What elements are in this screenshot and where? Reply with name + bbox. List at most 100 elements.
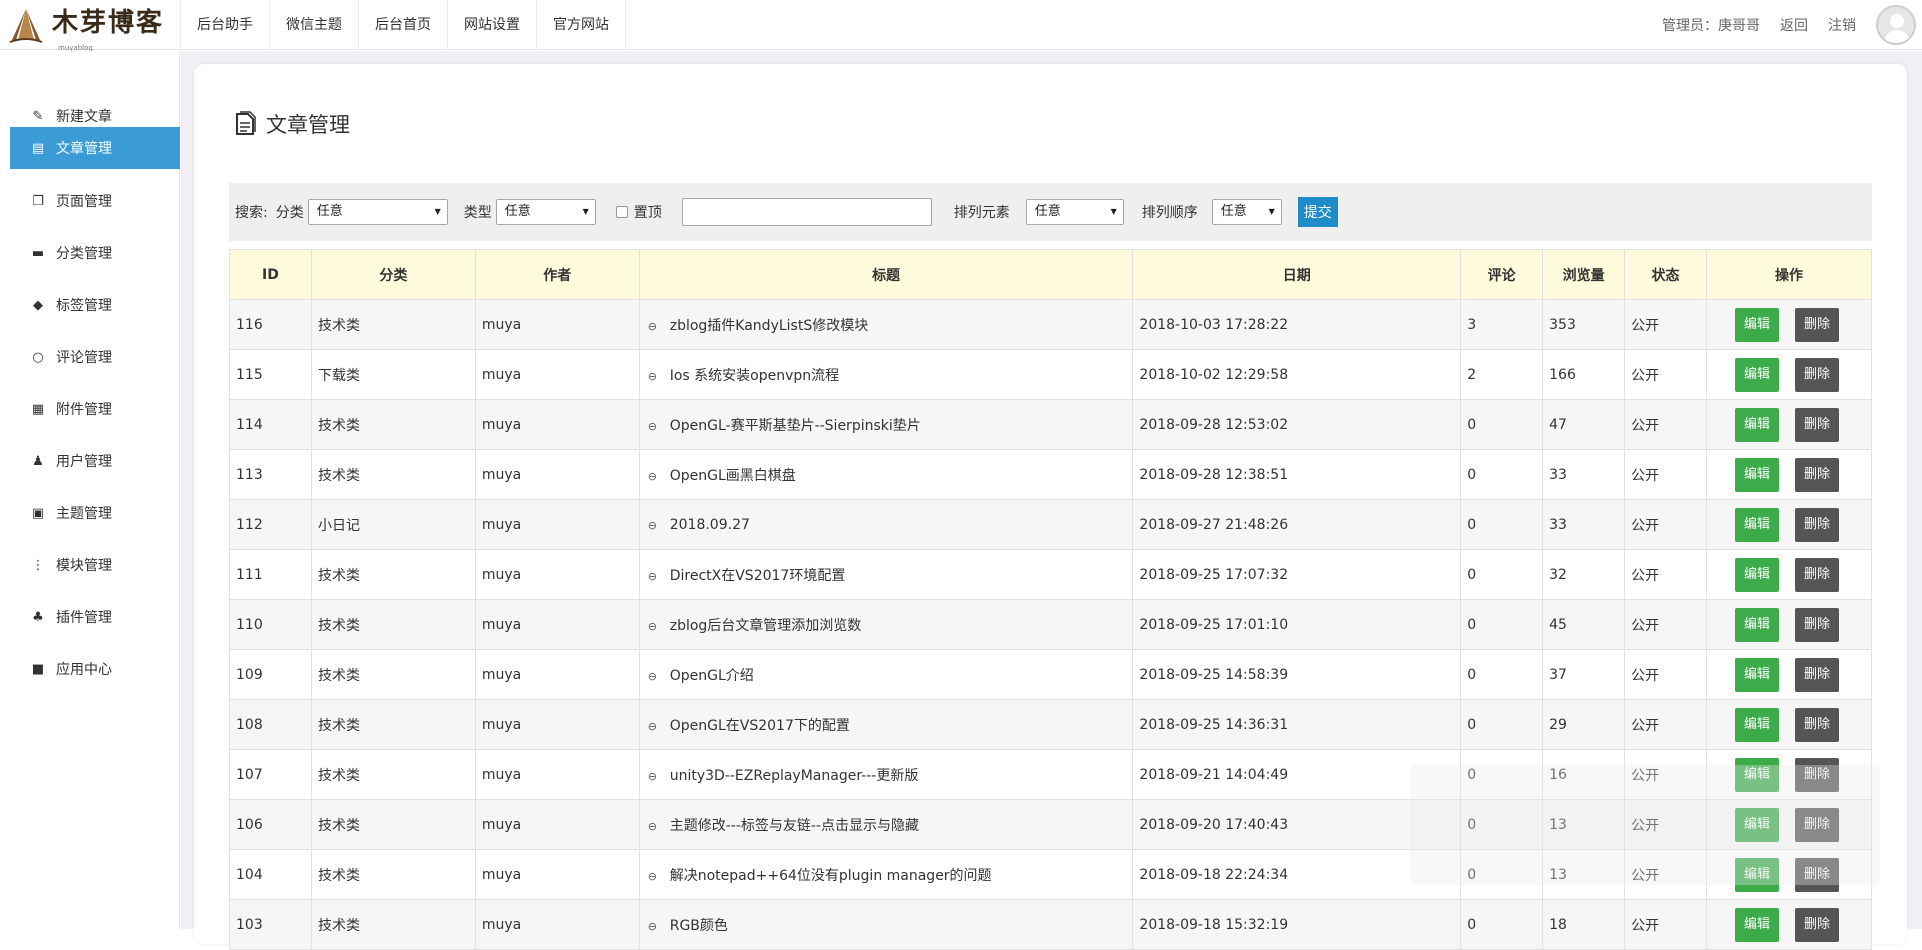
link-icon: ⊖: [647, 319, 657, 333]
topnav-item[interactable]: 官方网站: [537, 0, 626, 50]
edit-button[interactable]: 编辑: [1735, 357, 1780, 392]
sidebar-item-users[interactable]: ♟ 用户管理: [10, 440, 180, 482]
attachment-icon: ▦: [31, 401, 45, 417]
delete-button[interactable]: 删除: [1795, 757, 1840, 792]
delete-button[interactable]: 删除: [1795, 657, 1840, 692]
sidebar-item-attachments[interactable]: ▦ 附件管理: [10, 388, 180, 430]
col-header-date[interactable]: 日期: [1132, 249, 1462, 300]
article-title-link[interactable]: 2018.09.27: [670, 517, 750, 533]
delete-button[interactable]: 删除: [1795, 807, 1840, 842]
article-title-link[interactable]: OpenGL介绍: [670, 668, 754, 684]
avatar[interactable]: [1876, 5, 1916, 45]
article-title-link[interactable]: unity3D--EZReplayManager---更新版: [670, 768, 919, 784]
category-select[interactable]: 任意: [307, 199, 448, 225]
sidebar-item-label: 插件管理: [56, 610, 112, 626]
topnav-item[interactable]: 微信主题: [270, 0, 359, 50]
cell-author: muya: [474, 899, 640, 950]
sidebar-item-label: 应用中心: [56, 662, 112, 678]
sidebar-item-comments[interactable]: ○ 评论管理: [10, 336, 180, 378]
col-header-comments[interactable]: 评论: [1460, 249, 1544, 300]
link-icon: ⊖: [647, 919, 657, 933]
sidebar-item-articles[interactable]: ▤ 文章管理: [10, 127, 180, 169]
article-title-link[interactable]: DirectX在VS2017环境配置: [670, 568, 846, 584]
cell-status: 公开: [1624, 299, 1708, 350]
edit-button[interactable]: 编辑: [1735, 657, 1780, 692]
edit-button[interactable]: 编辑: [1735, 607, 1780, 642]
cell-id: 116: [229, 299, 312, 350]
cell-status: 公开: [1624, 499, 1708, 550]
type-select-value: 任意: [504, 204, 531, 219]
cell-comments: 0: [1460, 499, 1544, 550]
table-row: 104 技术类 muya ⊖ 解决notepad++64位没有plugin manage…: [229, 849, 1872, 900]
delete-button[interactable]: 删除: [1795, 507, 1840, 542]
brand-logo[interactable]: 木芽博客 muyablog: [6, 6, 165, 52]
brand-name: 木芽博客: [52, 8, 165, 38]
edit-button[interactable]: 编辑: [1735, 707, 1780, 742]
col-header-title[interactable]: 标题: [638, 249, 1134, 300]
article-title-link[interactable]: 解决notepad++64位没有plugin manager的问题: [670, 868, 992, 884]
cell-category: 下载类: [310, 349, 476, 400]
user-icon: ♟: [32, 453, 44, 469]
sidebar-item-plugins[interactable]: ♣ 插件管理: [10, 596, 180, 638]
sort-order-select[interactable]: 任意: [1211, 199, 1282, 225]
sidebar-item-label: 新建文章: [56, 109, 112, 125]
sidebar-item-app-center[interactable]: ■ 应用中心: [10, 648, 180, 690]
cell-title: ⊖ OpenGL介绍: [638, 649, 1134, 700]
article-title-link[interactable]: OpenGL画黑白棋盘: [670, 468, 796, 484]
sidebar-item-categories[interactable]: ▬ 分类管理: [10, 232, 180, 274]
cell-views: 37: [1542, 649, 1626, 700]
folder-icon: ▬: [31, 245, 45, 261]
logout-link[interactable]: 注销: [1828, 15, 1856, 35]
keyword-input[interactable]: [681, 198, 932, 226]
edit-button[interactable]: 编辑: [1735, 307, 1780, 342]
cell-views: 16: [1542, 749, 1626, 800]
sidebar-item-tags[interactable]: ◆ 标签管理: [10, 284, 180, 326]
edit-button[interactable]: 编辑: [1735, 507, 1780, 542]
article-title-link[interactable]: RGB颜色: [670, 918, 728, 934]
col-header-id[interactable]: ID: [229, 249, 312, 300]
table-row: 106 技术类 muya ⊖ 主题修改---标签与友链--点击显示与隐藏 2018-09-…: [229, 799, 1872, 850]
delete-button[interactable]: 删除: [1795, 307, 1840, 342]
edit-button[interactable]: 编辑: [1735, 557, 1780, 592]
delete-button[interactable]: 删除: [1795, 557, 1840, 592]
article-title-link[interactable]: 主题修改---标签与友链--点击显示与隐藏: [670, 818, 919, 834]
article-title-link[interactable]: zblog后台文章管理添加浏览数: [670, 618, 862, 634]
delete-button[interactable]: 删除: [1795, 857, 1840, 892]
type-select[interactable]: 任意: [495, 199, 596, 225]
col-header-author[interactable]: 作者: [474, 249, 640, 300]
article-title-link[interactable]: OpenGL在VS2017下的配置: [670, 718, 850, 734]
cell-author: muya: [474, 599, 640, 650]
top-checkbox[interactable]: [615, 206, 628, 218]
sidebar-item-themes[interactable]: ▣ 主题管理: [10, 492, 180, 534]
delete-button[interactable]: 删除: [1795, 357, 1840, 392]
sidebar-item-modules[interactable]: ⋮ 模块管理: [10, 544, 180, 586]
sort-field-select[interactable]: 任意: [1025, 199, 1124, 225]
cell-date: 2018-09-18 15:32:19: [1132, 899, 1462, 950]
topnav-item[interactable]: 后台首页: [359, 0, 448, 50]
submit-button[interactable]: 提交: [1297, 197, 1338, 227]
delete-button[interactable]: 删除: [1795, 407, 1840, 442]
topnav-item[interactable]: 后台助手: [180, 0, 270, 50]
delete-button[interactable]: 删除: [1795, 457, 1840, 492]
topnav-item[interactable]: 网站设置: [448, 0, 537, 50]
edit-button[interactable]: 编辑: [1735, 407, 1780, 442]
delete-button[interactable]: 删除: [1795, 707, 1840, 742]
col-header-status[interactable]: 状态: [1624, 249, 1708, 300]
col-header-category[interactable]: 分类: [310, 249, 476, 300]
back-link[interactable]: 返回: [1780, 15, 1808, 35]
edit-button[interactable]: 编辑: [1735, 857, 1780, 892]
delete-button[interactable]: 删除: [1795, 607, 1840, 642]
article-title-link[interactable]: Ios 系统安装openvpn流程: [670, 368, 839, 384]
delete-button[interactable]: 删除: [1795, 907, 1840, 942]
col-header-views[interactable]: 浏览量: [1542, 249, 1626, 300]
edit-button[interactable]: 编辑: [1735, 807, 1780, 842]
article-title-link[interactable]: zblog插件KandyListS修改模块: [670, 318, 869, 334]
cell-category: 技术类: [310, 849, 476, 900]
edit-button[interactable]: 编辑: [1735, 757, 1780, 792]
sidebar-item-pages[interactable]: ❐ 页面管理: [10, 180, 180, 222]
article-title-link[interactable]: OpenGL-赛平斯基垫片--Sierpinski垫片: [670, 418, 921, 434]
edit-button[interactable]: 编辑: [1735, 457, 1780, 492]
edit-button[interactable]: 编辑: [1735, 907, 1780, 942]
sidebar-item-label: 评论管理: [56, 350, 112, 366]
sidebar-item-label: 文章管理: [56, 141, 112, 157]
